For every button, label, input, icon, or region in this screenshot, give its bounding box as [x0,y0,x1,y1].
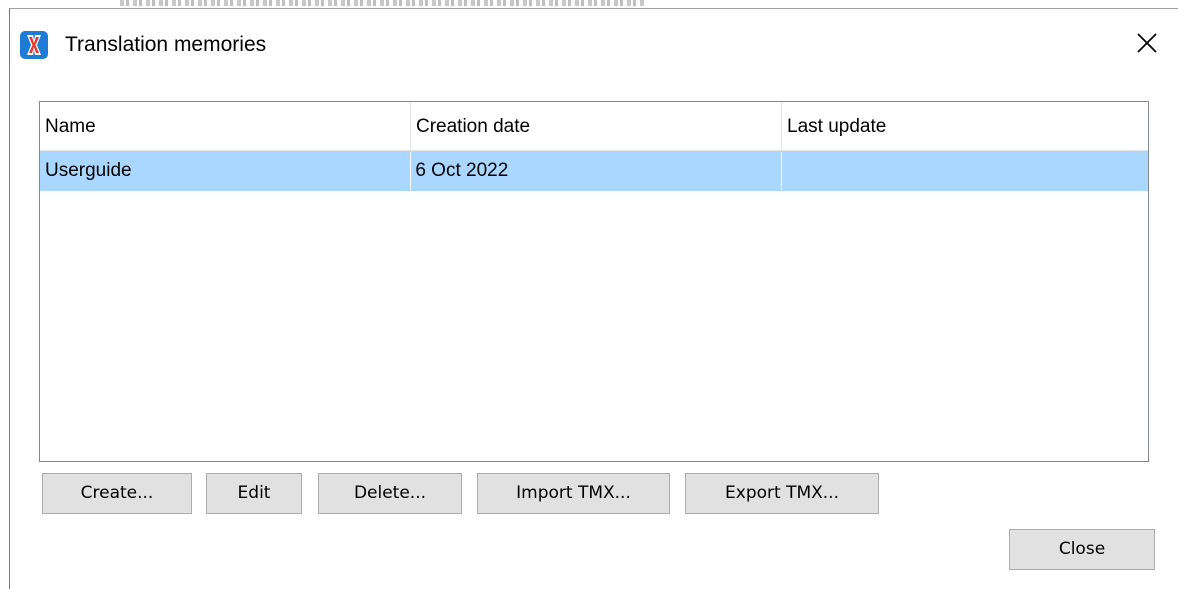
background-text-fragment [120,0,645,6]
cell-last-update [782,152,1147,190]
table-row[interactable]: Userguide 6 Oct 2022 [40,151,1148,191]
app-logo-icon [20,31,48,59]
list-header: Name Creation date Last update [40,102,1148,151]
delete-button[interactable]: Delete... [318,473,462,514]
column-header-last-update[interactable]: Last update [782,102,1148,151]
dialog-title: Translation memories [65,33,267,56]
close-button[interactable]: Close [1009,529,1155,570]
export-tmx-button[interactable]: Export TMX... [685,473,879,514]
create-button[interactable]: Create... [42,473,192,514]
column-header-creation-date[interactable]: Creation date [411,102,782,151]
column-header-name[interactable]: Name [40,102,411,151]
title-bar[interactable]: Translation memories [10,9,1178,79]
edit-button[interactable]: Edit [206,473,302,514]
translation-memory-list[interactable]: Name Creation date Last update Userguide… [39,101,1149,462]
import-tmx-button[interactable]: Import TMX... [477,473,670,514]
cell-name: Userguide [41,152,412,190]
close-icon[interactable] [1134,30,1160,56]
translation-memories-dialog: Translation memories Name Creation date … [9,8,1178,589]
cell-creation-date: 6 Oct 2022 [411,152,782,190]
